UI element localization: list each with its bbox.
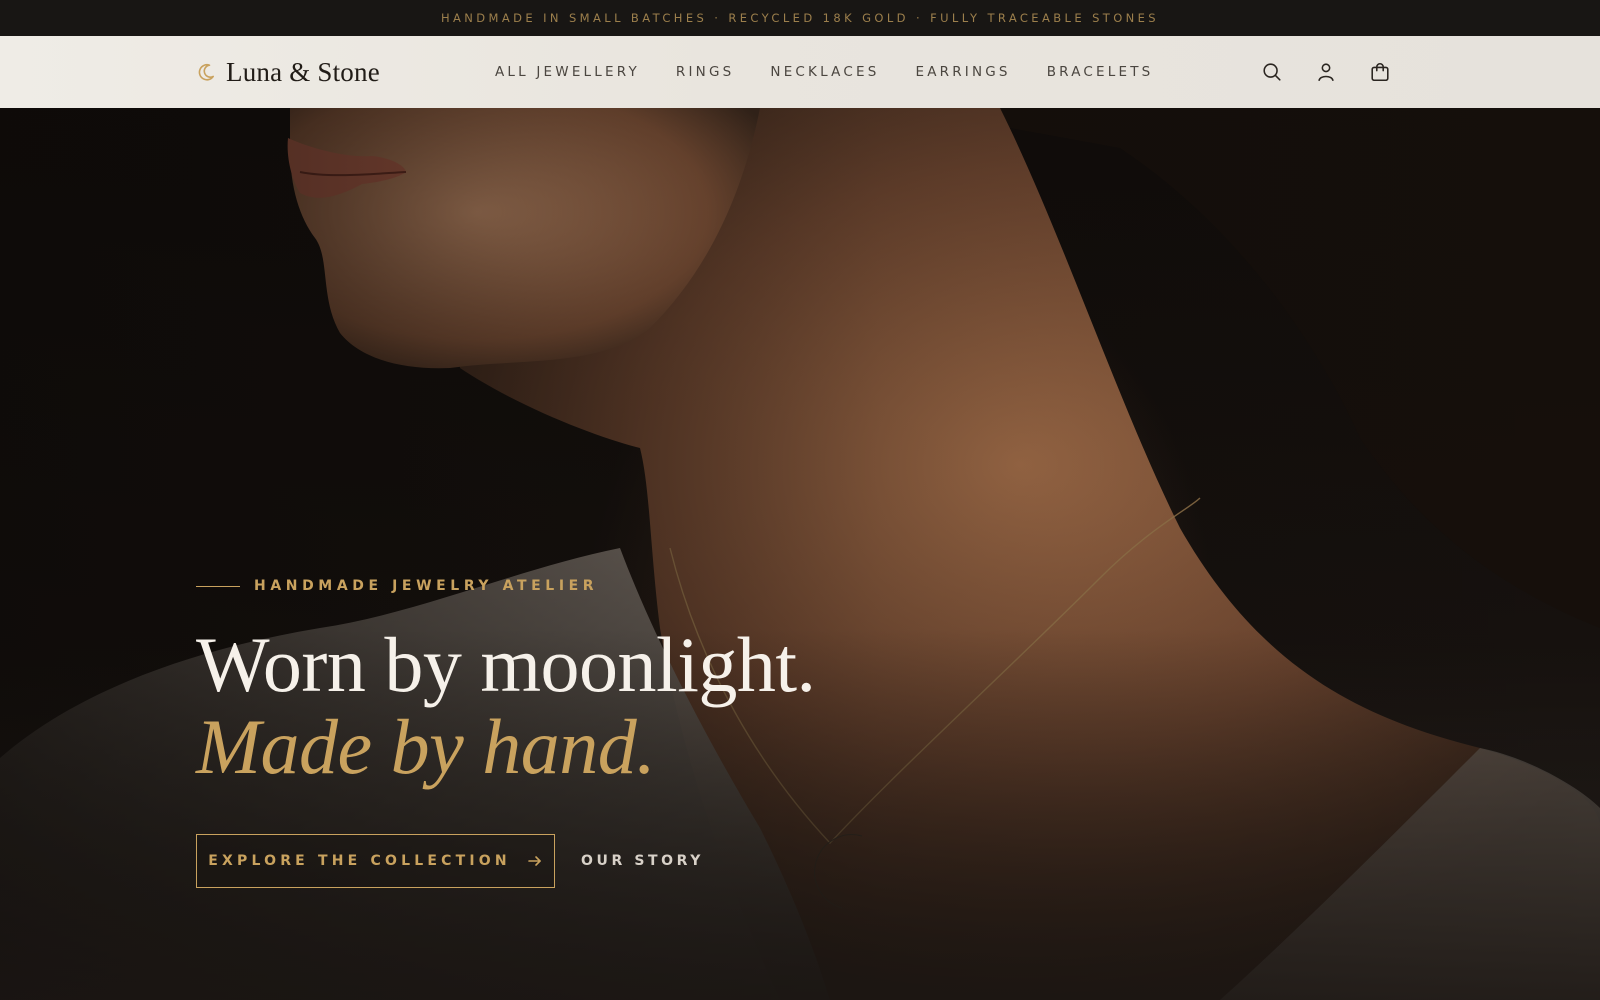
account-button[interactable]: [1314, 60, 1338, 84]
search-button[interactable]: [1260, 60, 1284, 84]
announcement-bar: HANDMADE IN SMALL BATCHES · RECYCLED 18K…: [0, 0, 1600, 36]
main-navigation: ALL JEWELLERY RINGS NECKLACES EARRINGS B…: [495, 36, 1153, 108]
header-actions: [1260, 36, 1392, 108]
nav-bracelets[interactable]: BRACELETS: [1047, 64, 1154, 80]
crescent-moon-icon: [198, 63, 214, 81]
explore-collection-label: EXPLORE THE COLLECTION: [208, 853, 511, 869]
eyebrow-text: HANDMADE JEWELRY ATELIER: [254, 578, 599, 594]
nav-all-jewellery[interactable]: ALL JEWELLERY: [495, 64, 640, 80]
site-header: Luna & Stone ALL JEWELLERY RINGS NECKLAC…: [0, 36, 1600, 108]
our-story-link[interactable]: OUR STORY: [581, 853, 704, 869]
eyebrow-divider: [196, 585, 240, 587]
hero-content: HANDMADE JEWELRY ATELIER Worn by moonlig…: [196, 578, 1096, 888]
account-icon: [1318, 63, 1334, 82]
hero-section: HANDMADE JEWELRY ATELIER Worn by moonlig…: [0, 108, 1600, 1000]
hero-headline: Worn by moonlight.: [196, 621, 816, 708]
announcement-text: HANDMADE IN SMALL BATCHES · RECYCLED 18K…: [440, 11, 1160, 25]
bag-button[interactable]: [1368, 60, 1392, 84]
brand-logo[interactable]: Luna & Stone: [196, 36, 380, 108]
bag-icon: [1371, 63, 1389, 82]
nav-necklaces[interactable]: NECKLACES: [770, 64, 879, 80]
hero-cta-row: EXPLORE THE COLLECTION OUR STORY: [196, 834, 1096, 888]
nav-rings[interactable]: RINGS: [676, 64, 735, 80]
hero-subheadline: Made by hand.: [196, 703, 656, 790]
search-icon: [1263, 63, 1281, 81]
brand-name: Luna & Stone: [226, 56, 380, 87]
nav-earrings[interactable]: EARRINGS: [915, 64, 1010, 80]
explore-collection-button[interactable]: EXPLORE THE COLLECTION: [196, 834, 555, 888]
hero-eyebrow: HANDMADE JEWELRY ATELIER: [196, 578, 1096, 594]
arrow-right-icon: [527, 856, 541, 866]
